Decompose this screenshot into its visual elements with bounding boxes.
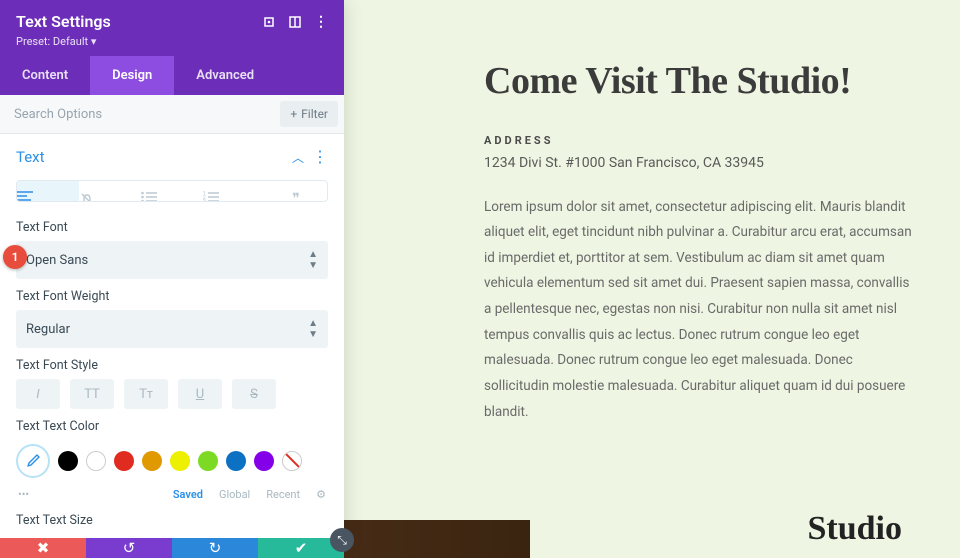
field-text-color: Text Text Color [0,413,344,482]
preview-pane: Come Visit The Studio! ADDRESS 1234 Divi… [344,0,960,558]
swatch-red[interactable] [114,451,134,471]
panel-tabs: Content Design Advanced [0,56,344,95]
chevron-up-icon: ︿ [292,149,304,166]
svg-text:3: 3 [203,199,206,202]
headline: Come Visit The Studio! [484,58,912,106]
annotation-marker-1: 1 [3,245,27,269]
gear-icon[interactable]: ⚙ [316,488,326,501]
swatch-green[interactable] [198,451,218,471]
swatch-yellow[interactable] [170,451,190,471]
filter-label: Filter [301,107,328,121]
palette-tab-recent[interactable]: Recent [266,488,300,501]
color-picker-eyedropper[interactable] [16,444,50,478]
palette-more-icon[interactable]: ••• [18,488,29,501]
toolbar-ul[interactable] [141,181,203,201]
swatch-purple[interactable] [254,451,274,471]
more-icon[interactable]: ⋮ [314,14,328,30]
section-title: Text [16,148,45,166]
preset-label[interactable]: Preset: Default ▾ [16,35,328,48]
style-strike[interactable]: S [232,379,276,409]
label-font-style: Text Font Style [16,358,328,373]
field-font-weight: Text Font Weight Regular ▲▼ [0,283,344,352]
expand-icon[interactable] [262,15,276,29]
swatch-black[interactable] [58,451,78,471]
resize-handle-icon[interactable]: ⤡ [330,528,354,552]
settings-panel: Text Settings ⋮ Preset: Default ▾ Conten… [0,0,344,558]
label-text-size: Text Text Size [16,513,328,528]
field-text-font: Text Font Open Sans ▲▼ [0,214,344,283]
text-element-toolbar: 123 ❞ [16,180,328,202]
toolbar-ol[interactable]: 123 [203,181,265,201]
color-palette-tabs: ••• Saved Global Recent ⚙ [0,482,344,501]
chevron-updown-icon: ▲▼ [308,318,318,340]
swatch-blue[interactable] [226,451,246,471]
toolbar-quote[interactable]: ❞ [265,181,327,201]
address-label: ADDRESS [484,134,912,147]
field-font-style: Text Font Style I TT Tᴛ U S [0,352,344,413]
redo-button[interactable]: ↻ [172,538,258,558]
tab-design[interactable]: Design [90,56,174,95]
filter-button[interactable]: + Filter [280,101,338,127]
section-more-icon[interactable]: ⋮ [312,149,328,165]
label-font-weight: Text Font Weight [16,289,328,304]
style-uppercase[interactable]: TT [70,379,114,409]
style-smallcaps[interactable]: Tᴛ [124,379,168,409]
style-italic[interactable]: I [16,379,60,409]
swatch-white[interactable] [86,451,106,471]
search-row: Search Options + Filter [0,95,344,134]
address-text: 1234 Divi St. #1000 San Francisco, CA 33… [484,155,912,171]
panel-header: Text Settings ⋮ Preset: Default ▾ [0,0,344,56]
field-text-size: Text Text Size [0,501,344,538]
search-input[interactable]: Search Options [14,107,102,122]
font-value: Open Sans [26,253,88,268]
studio-heading: Studio [808,510,903,548]
tab-content[interactable]: Content [0,56,90,95]
tab-advanced[interactable]: Advanced [174,56,276,95]
select-text-font[interactable]: Open Sans ▲▼ [16,241,328,279]
toolbar-paragraph[interactable] [17,181,79,201]
select-font-weight[interactable]: Regular ▲▼ [16,310,328,348]
swatch-transparent[interactable] [282,451,302,471]
palette-tab-global[interactable]: Global [219,488,250,501]
swatch-orange[interactable] [142,451,162,471]
label-text-font: Text Font [16,220,328,235]
toolbar-link[interactable] [79,181,141,201]
panel-title: Text Settings [16,12,111,31]
section-header-text[interactable]: Text ︿ ⋮ [0,134,344,174]
layout-icon[interactable] [288,15,302,29]
cancel-button[interactable]: ✖ [0,538,86,558]
style-underline[interactable]: U [178,379,222,409]
body-paragraph: Lorem ipsum dolor sit amet, consectetur … [484,195,912,426]
palette-tab-saved[interactable]: Saved [173,488,203,501]
chevron-updown-icon: ▲▼ [308,249,318,271]
bottom-action-bar: ✖ ↺ ↻ ✔ [0,538,344,558]
plus-icon: + [290,107,297,121]
undo-button[interactable]: ↺ [86,538,172,558]
label-text-color: Text Text Color [16,419,328,434]
weight-value: Regular [26,322,70,337]
